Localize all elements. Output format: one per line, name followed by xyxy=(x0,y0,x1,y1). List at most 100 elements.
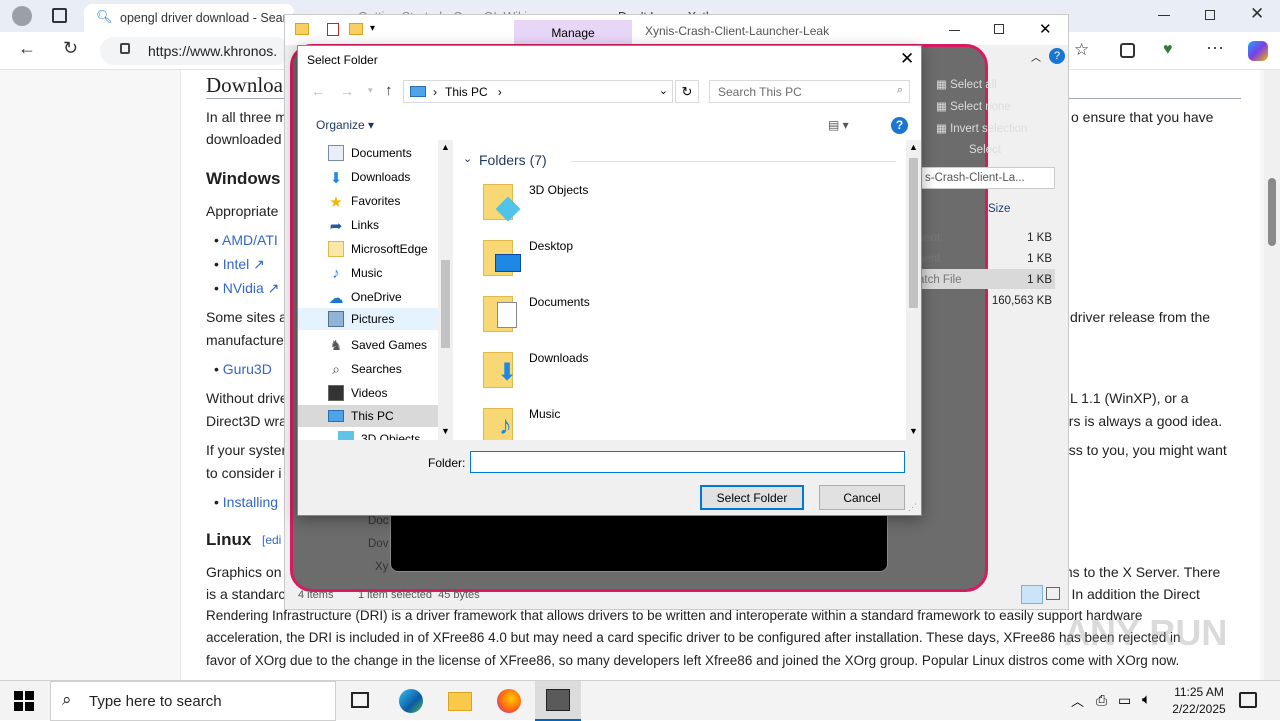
cancel-button[interactable]: Cancel xyxy=(819,485,905,510)
select-none-button[interactable]: ▦ Select none xyxy=(936,99,1011,113)
link-guru3d[interactable]: Guru3D xyxy=(223,361,272,377)
scroll-thumb[interactable] xyxy=(909,158,918,308)
nav-links[interactable]: ➦ Links xyxy=(328,214,438,236)
forward-icon[interactable]: → xyxy=(340,83,354,99)
help-icon[interactable]: ? xyxy=(891,117,908,134)
scroll-thumb[interactable] xyxy=(441,260,450,348)
size-column-header[interactable]: Size xyxy=(988,203,1010,215)
nav-videos[interactable]: Videos xyxy=(328,382,438,404)
taskbar-search[interactable]: Type here to search xyxy=(50,681,336,721)
lock-icon[interactable] xyxy=(120,43,130,54)
recent-dropdown-icon[interactable]: ▾ xyxy=(368,85,373,96)
restore-icon[interactable] xyxy=(1205,10,1215,20)
link-installing[interactable]: Installing xyxy=(223,494,278,510)
folder-documents[interactable]: Documents xyxy=(483,292,683,342)
resize-grip-icon[interactable]: ⋰ xyxy=(908,502,917,513)
close-icon[interactable]: ✕ xyxy=(1039,20,1052,38)
breadcrumb-sep-icon[interactable]: › xyxy=(498,85,502,99)
profile-icon[interactable] xyxy=(12,6,32,26)
folder-input[interactable] xyxy=(470,451,905,473)
scroll-down-icon[interactable]: ▼ xyxy=(909,426,918,436)
copilot-icon[interactable] xyxy=(1248,41,1268,61)
address-dropdown-icon[interactable]: ⌄ xyxy=(659,84,668,97)
network-tray-icon[interactable]: ⎙ xyxy=(1096,692,1107,709)
link-amd[interactable]: AMD/ATI xyxy=(222,232,278,248)
collections-icon[interactable] xyxy=(1120,43,1135,58)
edit-link[interactable]: [edi xyxy=(262,533,281,547)
folder-3d-objects[interactable]: 3D Objects xyxy=(483,180,683,230)
nav-documents[interactable]: Documents xyxy=(328,142,438,164)
nav-pictures[interactable]: Pictures xyxy=(328,308,438,330)
new-folder-icon[interactable] xyxy=(349,23,363,35)
invert-selection-button[interactable]: ▦ Invert selection xyxy=(936,121,1027,135)
address-bar[interactable]: › This PC › ⌄ xyxy=(403,80,673,103)
scroll-thumb[interactable] xyxy=(1268,178,1276,246)
page-scrollbar[interactable] xyxy=(1264,70,1280,680)
tray-chevron-icon[interactable]: ︿ xyxy=(1071,691,1084,710)
preview-view-icon[interactable] xyxy=(1046,587,1060,600)
minimize-icon[interactable] xyxy=(1158,15,1170,16)
nav-scrollbar[interactable]: ▲ ▼ xyxy=(438,140,453,440)
clock-time[interactable]: 11:25 AM xyxy=(1169,685,1229,699)
task-view-icon[interactable] xyxy=(351,692,369,708)
back-icon[interactable]: ← xyxy=(18,38,36,59)
nav-downloads[interactable]: ⬇ Downloads xyxy=(328,166,438,188)
close-icon[interactable]: ✕ xyxy=(900,49,914,69)
view-options-icon[interactable]: ▤ ▾ xyxy=(828,118,849,132)
maximize-icon[interactable] xyxy=(994,24,1004,34)
firefox-icon[interactable] xyxy=(497,689,521,713)
notification-icon[interactable] xyxy=(1239,692,1257,708)
folder-view-scrollbar[interactable]: ▲ ▼ xyxy=(906,140,921,440)
nav-microsoftedge[interactable]: MicrosoftEdge xyxy=(328,238,438,260)
minimize-icon[interactable] xyxy=(949,30,960,31)
nav-onedrive[interactable]: ☁ OneDrive xyxy=(328,286,438,308)
search-input[interactable]: Search This PC ⌕ xyxy=(709,80,910,103)
refresh-icon[interactable]: ↻ xyxy=(63,38,78,59)
start-button[interactable] xyxy=(14,691,34,711)
nav-this-pc[interactable]: This PC xyxy=(328,405,438,427)
folder-downloads[interactable]: ⬇ Downloads xyxy=(483,348,683,398)
clock-date[interactable]: 2/22/2025 xyxy=(1164,702,1234,716)
manage-tab[interactable]: Manage xyxy=(514,20,632,45)
nav-music[interactable]: ♪ Music xyxy=(328,262,438,284)
breadcrumb-this-pc[interactable]: This PC xyxy=(445,85,488,99)
nav-searches[interactable]: ⌕ Searches xyxy=(328,358,438,380)
tree-item[interactable]: Xy xyxy=(375,561,388,573)
folder-desktop[interactable]: Desktop xyxy=(483,236,683,286)
details-view-icon[interactable] xyxy=(1021,585,1043,604)
back-icon[interactable]: ← xyxy=(311,83,325,99)
organize-menu[interactable]: Organize ▾ xyxy=(316,118,374,132)
select-all-button[interactable]: ▦ Select all xyxy=(936,77,997,91)
scroll-up-icon[interactable]: ▲ xyxy=(909,142,918,152)
properties-icon[interactable] xyxy=(327,23,339,36)
tree-item[interactable]: Doc xyxy=(368,515,388,527)
favorites-icon[interactable]: ☆ xyxy=(1074,40,1089,60)
tab-search[interactable]: opengl driver download - Search xyxy=(84,4,294,32)
wifi-tray-icon[interactable]: ▭ xyxy=(1118,692,1131,709)
nav-favorites[interactable]: ★ Favorites xyxy=(328,190,438,212)
tab-actions-icon[interactable] xyxy=(52,8,67,23)
more-icon[interactable]: ··· xyxy=(1206,37,1224,58)
dropdown-icon[interactable]: ▾ xyxy=(370,23,375,34)
up-icon[interactable]: ↑ xyxy=(385,82,393,99)
file-explorer-icon[interactable] xyxy=(448,692,472,711)
folder-music[interactable]: ♪ Music xyxy=(483,404,683,440)
explorer-search[interactable]: s-Crash-Client-La... xyxy=(918,167,1055,189)
scroll-down-icon[interactable]: ▼ xyxy=(441,426,450,436)
ribbon-collapse-icon[interactable]: ︿ xyxy=(1031,49,1041,64)
volume-tray-icon[interactable]: 🔈︎ xyxy=(1142,691,1151,708)
close-icon[interactable]: ✕ xyxy=(1250,4,1264,24)
extension-icon[interactable]: ♥ xyxy=(1163,41,1173,59)
link-nvidia[interactable]: NVidia xyxy=(223,280,264,296)
edge-icon[interactable] xyxy=(399,689,423,713)
scroll-up-icon[interactable]: ▲ xyxy=(441,142,450,152)
select-folder-button[interactable]: Select Folder xyxy=(700,485,804,510)
group-header[interactable]: Folders (7) xyxy=(479,152,547,168)
help-icon[interactable]: ? xyxy=(1049,48,1065,64)
tree-item[interactable]: Dov xyxy=(368,538,388,550)
refresh-icon[interactable]: ↻ xyxy=(675,80,699,103)
nav-3d-objects[interactable]: 3D Objects xyxy=(338,428,448,440)
group-collapse-icon[interactable]: ⌄ xyxy=(463,152,472,165)
nav-saved-games[interactable]: ♞ Saved Games xyxy=(328,334,438,356)
link-intel[interactable]: Intel xyxy=(223,256,249,272)
